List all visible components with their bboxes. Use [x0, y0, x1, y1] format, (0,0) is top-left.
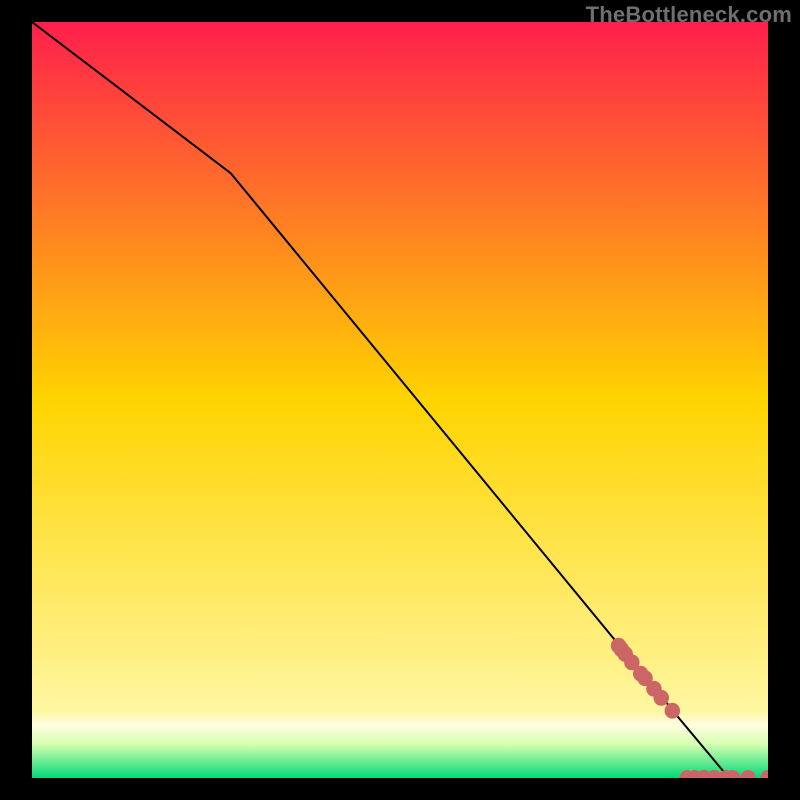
- chart-plot: [32, 22, 768, 778]
- data-marker: [665, 703, 680, 719]
- data-marker: [654, 690, 669, 706]
- gradient-background: [32, 22, 768, 778]
- chart-frame: TheBottleneck.com: [0, 0, 800, 800]
